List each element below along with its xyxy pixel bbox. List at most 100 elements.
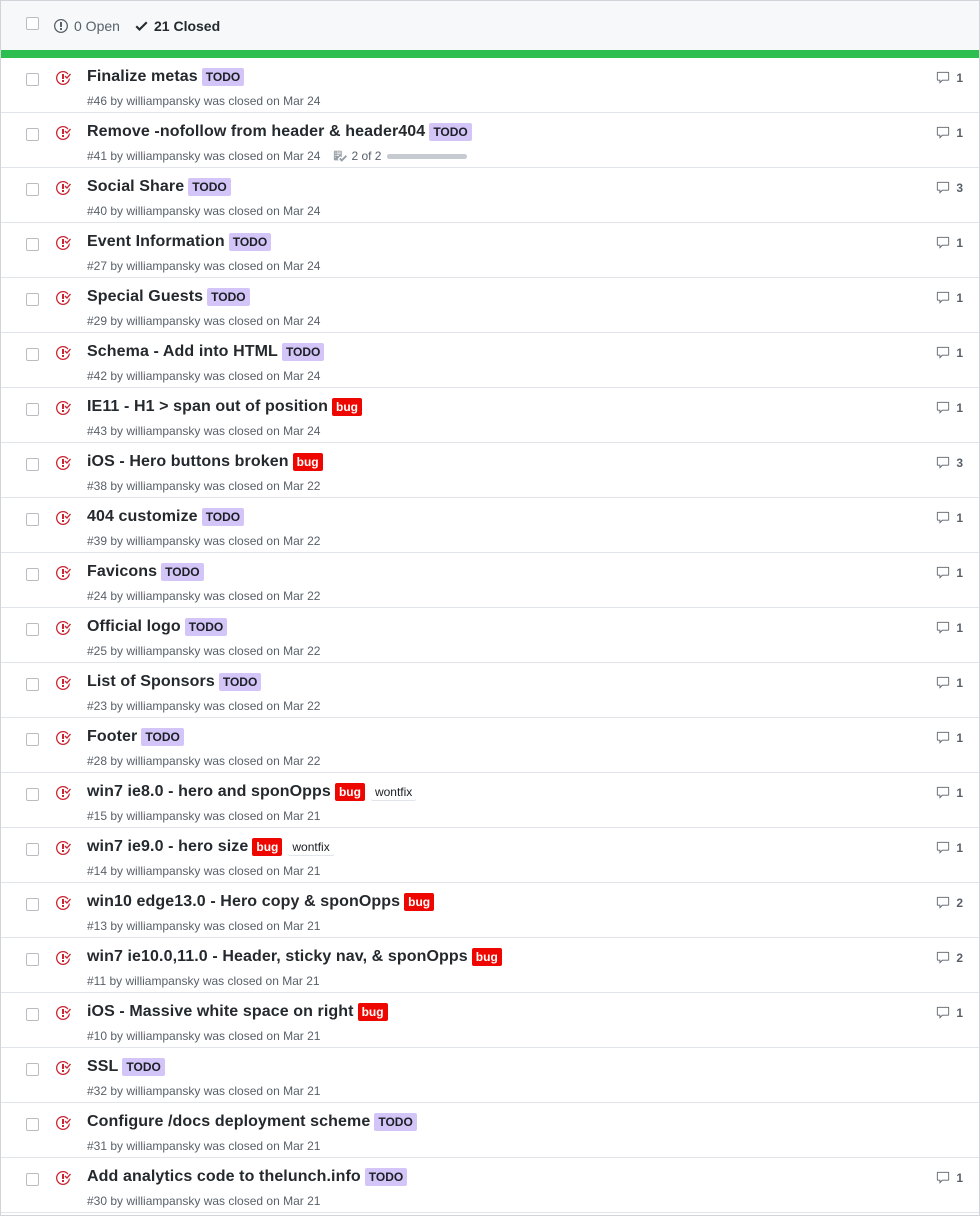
issue-checkbox[interactable] bbox=[26, 403, 39, 416]
label-todo[interactable]: TODO bbox=[201, 508, 245, 526]
issue-checkbox[interactable] bbox=[26, 953, 39, 966]
issue-title-link[interactable]: Favicons bbox=[87, 562, 157, 582]
label-todo[interactable]: TODO bbox=[364, 1168, 408, 1186]
select-all-checkbox[interactable] bbox=[26, 17, 39, 30]
issue-checkbox[interactable] bbox=[26, 568, 39, 581]
issue-title-link[interactable]: Finalize metas bbox=[87, 67, 198, 87]
issue-checkbox[interactable] bbox=[26, 623, 39, 636]
issue-title-link[interactable]: win7 ie8.0 - hero and sponOpps bbox=[87, 782, 331, 802]
issue-title-link[interactable]: Add analytics code to thelunch.info bbox=[87, 1167, 361, 1187]
comments-link[interactable]: 2 bbox=[935, 951, 963, 965]
label-todo[interactable]: TODO bbox=[122, 1058, 165, 1076]
comments-link[interactable]: 1 bbox=[935, 1006, 963, 1020]
issue-title-link[interactable]: Remove -nofollow from header & header404 bbox=[87, 122, 425, 142]
issue-checkbox[interactable] bbox=[26, 1118, 39, 1131]
label-todo[interactable]: TODO bbox=[184, 618, 228, 636]
issue-checkbox[interactable] bbox=[26, 898, 39, 911]
issue-title-link[interactable]: iOS - Massive white space on right bbox=[87, 1002, 354, 1022]
comments-link[interactable]: 1 bbox=[935, 676, 963, 690]
issue-row[interactable]: win7 ie8.0 - hero and sponOpps bug wontfix… bbox=[1, 773, 979, 828]
issue-checkbox[interactable] bbox=[26, 1063, 39, 1076]
comments-link[interactable]: 1 bbox=[935, 291, 963, 305]
issue-checkbox[interactable] bbox=[26, 73, 39, 86]
issue-row[interactable]: Special Guests TODO #29 by williampansky w… bbox=[1, 278, 979, 333]
issue-title-link[interactable]: Event Information bbox=[87, 232, 225, 252]
label-todo[interactable]: TODO bbox=[228, 233, 272, 251]
label-bug[interactable]: bug bbox=[334, 783, 365, 801]
comments-link[interactable]: 1 bbox=[935, 621, 963, 635]
issue-title-link[interactable]: Configure /docs deployment scheme bbox=[87, 1112, 370, 1132]
comments-link[interactable]: 1 bbox=[935, 731, 963, 745]
label-bug[interactable]: bug bbox=[471, 948, 502, 966]
comments-link[interactable]: 1 bbox=[935, 346, 963, 360]
issue-row[interactable]: Add analytics code to thelunch.info TODO #… bbox=[1, 1158, 979, 1213]
label-todo[interactable]: TODO bbox=[207, 288, 250, 306]
issue-checkbox[interactable] bbox=[26, 733, 39, 746]
comments-link[interactable]: 1 bbox=[935, 1171, 963, 1185]
comments-link[interactable]: 1 bbox=[935, 126, 963, 140]
label-bug[interactable]: bug bbox=[292, 453, 323, 471]
issue-title-link[interactable]: Official logo bbox=[87, 617, 181, 637]
comments-link[interactable]: 1 bbox=[935, 71, 963, 85]
issue-row[interactable]: Event Information TODO #27 by williampansk… bbox=[1, 223, 979, 278]
issue-checkbox[interactable] bbox=[26, 348, 39, 361]
issue-title-link[interactable]: win10 edge13.0 - Hero copy & sponOpps bbox=[87, 892, 400, 912]
comments-link[interactable]: 1 bbox=[935, 511, 963, 525]
issue-row[interactable]: Footer TODO #28 by williampansky was close… bbox=[1, 718, 979, 773]
issue-checkbox[interactable] bbox=[26, 458, 39, 471]
label-bug[interactable]: bug bbox=[404, 893, 435, 911]
issue-checkbox[interactable] bbox=[26, 843, 39, 856]
closed-issues-filter[interactable]: 21 Closed bbox=[135, 16, 220, 36]
issue-row[interactable]: iOS - Hero buttons broken bug #38 by willi… bbox=[1, 443, 979, 498]
issue-checkbox[interactable] bbox=[26, 678, 39, 691]
comments-link[interactable]: 3 bbox=[935, 181, 963, 195]
issue-row[interactable]: win7 ie9.0 - hero size bug wontfix #14 by w… bbox=[1, 828, 979, 883]
label-todo[interactable]: TODO bbox=[374, 1113, 417, 1131]
issue-title-link[interactable]: Social Share bbox=[87, 177, 184, 197]
issue-row[interactable]: Configure /docs deployment scheme TODO #31… bbox=[1, 1103, 979, 1158]
label-bug[interactable]: bug bbox=[332, 398, 363, 416]
issue-title-link[interactable]: Special Guests bbox=[87, 287, 203, 307]
issue-row[interactable]: win7 ie10.0,11.0 - Header, sticky nav, &… bbox=[1, 938, 979, 993]
issue-row[interactable]: iOS - Massive white space on right bug #10… bbox=[1, 993, 979, 1048]
label-bug[interactable]: bug bbox=[357, 1003, 388, 1021]
label-todo[interactable]: TODO bbox=[161, 563, 204, 581]
label-wontfix[interactable]: wontfix bbox=[370, 783, 417, 801]
label-todo[interactable]: TODO bbox=[141, 728, 184, 746]
issue-row[interactable]: Remove -nofollow from header & header404… bbox=[1, 113, 979, 168]
issue-title-link[interactable]: SSL bbox=[87, 1057, 118, 1077]
issue-title-link[interactable]: win7 ie10.0,11.0 - Header, sticky nav, &… bbox=[87, 947, 468, 967]
comments-link[interactable]: 3 bbox=[935, 456, 963, 470]
issue-checkbox[interactable] bbox=[26, 513, 39, 526]
issue-title-link[interactable]: List of Sponsors bbox=[87, 672, 215, 692]
issue-row[interactable]: SSL TODO #32 by williampansky was closed o… bbox=[1, 1048, 979, 1103]
issue-row[interactable]: Schema - Add into HTML TODO #42 by william… bbox=[1, 333, 979, 388]
issue-row[interactable]: Favicons TODO #24 by williampansky was clo… bbox=[1, 553, 979, 608]
issue-row[interactable]: Social Share TODO #40 by williampansky was… bbox=[1, 168, 979, 223]
issue-checkbox[interactable] bbox=[26, 1173, 39, 1186]
open-issues-filter[interactable]: 0 Open bbox=[54, 16, 120, 36]
issue-title-link[interactable]: Schema - Add into HTML bbox=[87, 342, 278, 362]
comments-link[interactable]: 1 bbox=[935, 401, 963, 415]
comments-link[interactable]: 1 bbox=[935, 786, 963, 800]
issue-row[interactable]: win10 edge13.0 - Hero copy & sponOpps bug… bbox=[1, 883, 979, 938]
label-todo[interactable]: TODO bbox=[429, 123, 472, 141]
issue-row[interactable]: 404 customize TODO #39 by williampansky wa… bbox=[1, 498, 979, 553]
issue-row[interactable]: Finalize metas TODO #46 by williampansky w… bbox=[1, 58, 979, 113]
label-todo[interactable]: TODO bbox=[188, 178, 231, 196]
issue-checkbox[interactable] bbox=[26, 238, 39, 251]
issue-title-link[interactable]: iOS - Hero buttons broken bbox=[87, 452, 289, 472]
issue-title-link[interactable]: IE11 - H1 > span out of position bbox=[87, 397, 328, 417]
issue-checkbox[interactable] bbox=[26, 1008, 39, 1021]
issue-checkbox[interactable] bbox=[26, 788, 39, 801]
label-wontfix[interactable]: wontfix bbox=[288, 838, 334, 856]
comments-link[interactable]: 1 bbox=[935, 236, 963, 250]
label-todo[interactable]: TODO bbox=[201, 68, 245, 86]
issue-checkbox[interactable] bbox=[26, 183, 39, 196]
issue-row[interactable]: Official logo TODO #25 by williampansky wa… bbox=[1, 608, 979, 663]
label-todo[interactable]: TODO bbox=[281, 343, 325, 361]
issue-title-link[interactable]: 404 customize bbox=[87, 507, 198, 527]
label-todo[interactable]: TODO bbox=[218, 673, 262, 691]
comments-link[interactable]: 2 bbox=[935, 896, 963, 910]
comments-link[interactable]: 1 bbox=[935, 566, 963, 580]
